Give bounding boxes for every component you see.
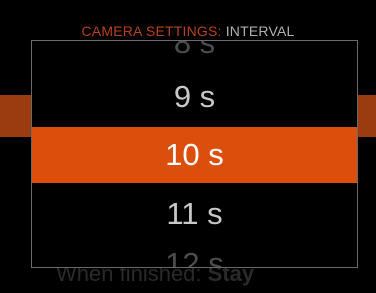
picker-option[interactable]: 9 s bbox=[32, 79, 357, 115]
right-row-highlight bbox=[357, 95, 376, 137]
left-row-highlight bbox=[0, 95, 32, 137]
picker-option-label: 10 s bbox=[165, 137, 224, 172]
title-setting: INTERVAL bbox=[225, 23, 295, 39]
interval-settings-screen: CAMERA SETTINGS: INTERVAL When finished:… bbox=[0, 0, 376, 293]
page-title: CAMERA SETTINGS: INTERVAL bbox=[0, 22, 376, 40]
picker-option-label: 8 s bbox=[173, 40, 216, 60]
picker-option[interactable]: 8 s bbox=[32, 40, 357, 61]
picker-option[interactable]: 12 s bbox=[32, 246, 357, 268]
picker-option-label: 12 s bbox=[165, 246, 224, 268]
title-section: CAMERA SETTINGS: bbox=[81, 23, 222, 39]
picker-option-selected[interactable]: 10 s bbox=[32, 127, 357, 183]
picker-option-label: 11 s bbox=[166, 196, 223, 231]
picker-option[interactable]: 11 s bbox=[32, 196, 357, 232]
picker-option-label: 9 s bbox=[173, 79, 216, 114]
interval-picker[interactable]: 8 s 9 s 10 s 11 s 12 s bbox=[31, 40, 358, 268]
